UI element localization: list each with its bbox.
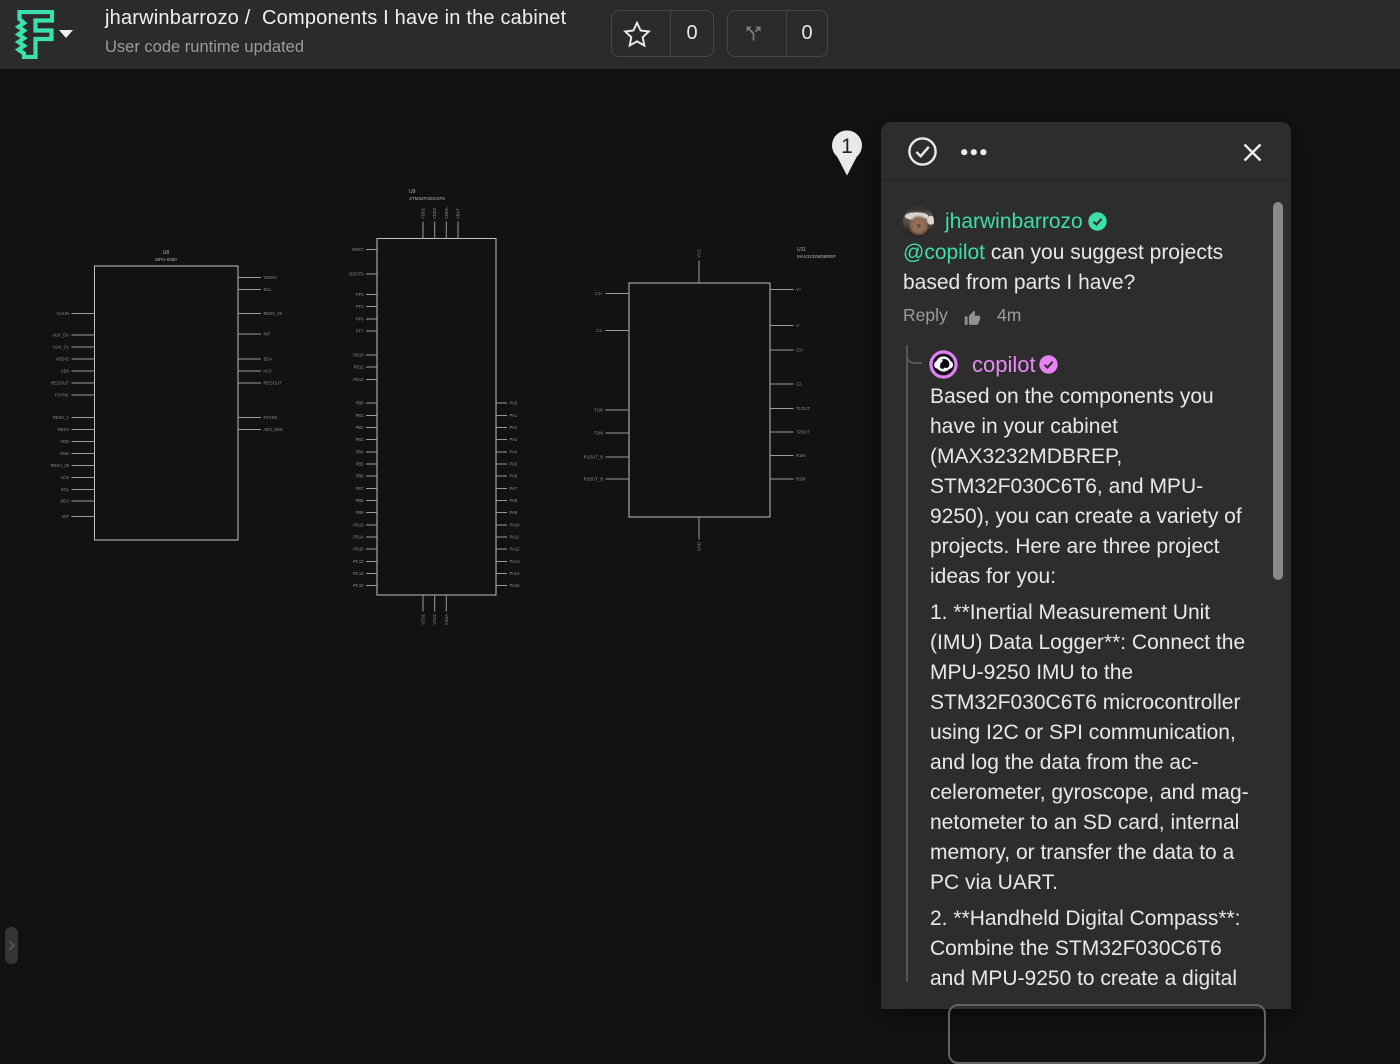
svg-text:VSSA: VSSA [444, 614, 449, 625]
svg-text:R2OUT_B: R2OUT_B [584, 477, 604, 482]
svg-text:PB10: PB10 [353, 353, 364, 358]
svg-text:V+: V+ [796, 287, 802, 292]
svg-text:STM32F030C6T6: STM32F030C6T6 [409, 196, 445, 201]
svg-text:PB9: PB9 [356, 510, 365, 515]
svg-text:AD0_SDO: AD0_SDO [264, 427, 284, 432]
svg-text:PA3: PA3 [510, 437, 518, 442]
svg-text:PA6: PA6 [510, 474, 518, 479]
svg-text:PA0: PA0 [510, 401, 518, 406]
svg-text:C2-: C2- [796, 382, 803, 387]
svg-text:R1OUT_B: R1OUT_B [584, 455, 604, 460]
svg-text:AUX_DA: AUX_DA [52, 333, 69, 338]
svg-text:PF1: PF1 [356, 304, 364, 309]
svg-text:NRST: NRST [352, 247, 364, 252]
svg-text:VCC: VCC [697, 249, 702, 258]
svg-text:PB7: PB7 [356, 486, 365, 491]
svg-text:VDDIO: VDDIO [56, 357, 70, 362]
svg-text:C1+: C1+ [595, 291, 603, 296]
svg-text:PB2: PB2 [356, 425, 365, 430]
svg-text:PA11: PA11 [510, 535, 520, 540]
svg-text:C2+: C2+ [796, 348, 804, 353]
svg-text:nCS: nCS [264, 369, 272, 374]
svg-text:RESV_19: RESV_19 [264, 311, 283, 316]
svg-text:SCL: SCL [264, 287, 273, 292]
svg-text:R2IN: R2IN [796, 477, 806, 482]
svg-text:PA4: PA4 [510, 450, 518, 455]
svg-text:VDD: VDD [60, 439, 69, 444]
svg-text:REGOUT: REGOUT [264, 381, 282, 386]
svg-text:PA7: PA7 [510, 486, 518, 491]
svg-text:PA12: PA12 [510, 547, 521, 552]
svg-text:PA2: PA2 [510, 425, 518, 430]
svg-text:PF7: PF7 [356, 329, 364, 334]
svg-text:PB12: PB12 [353, 377, 364, 382]
svg-text:VDD2: VDD2 [432, 207, 437, 219]
svg-text:PB1: PB1 [356, 413, 365, 418]
svg-text:PC14: PC14 [353, 571, 364, 576]
svg-text:PA14: PA14 [510, 571, 521, 576]
svg-text:nCS: nCS [61, 475, 69, 480]
svg-text:PB11: PB11 [354, 365, 365, 370]
svg-text:VBAT: VBAT [456, 208, 461, 219]
svg-text:VDDIO: VDDIO [264, 275, 278, 280]
svg-text:PB3: PB3 [356, 437, 365, 442]
svg-text:AUX_CL: AUX_CL [53, 345, 70, 350]
svg-text:PB14: PB14 [353, 535, 364, 540]
svg-text:AD0: AD0 [61, 369, 70, 374]
svg-text:PB0: PB0 [356, 401, 365, 406]
svg-text:PA5: PA5 [510, 462, 518, 467]
svg-text:PA1: PA1 [510, 413, 518, 418]
svg-text:PF6: PF6 [356, 317, 364, 322]
svg-text:1: 1 [841, 135, 853, 158]
svg-text:GND: GND [697, 542, 702, 551]
svg-text:VDD1: VDD1 [421, 207, 426, 219]
svg-text:RESV_1: RESV_1 [53, 415, 70, 420]
svg-text:FSYNC: FSYNC [55, 393, 69, 398]
svg-text:PB4: PB4 [356, 450, 365, 455]
svg-text:T2OUT: T2OUT [796, 430, 810, 435]
svg-text:VDDA: VDDA [444, 207, 449, 219]
svg-text:PB6: PB6 [356, 474, 365, 479]
svg-text:R1IN: R1IN [796, 453, 806, 458]
svg-text:MPU-9250: MPU-9250 [155, 257, 177, 262]
svg-text:INT: INT [264, 332, 271, 337]
svg-text:PB15: PB15 [353, 547, 364, 552]
svg-text:MAX3232MDBREP: MAX3232MDBREP [797, 254, 836, 259]
svg-text:VSS1: VSS1 [421, 613, 426, 624]
svg-text:PA13: PA13 [510, 559, 521, 564]
svg-text:T1IN: T1IN [594, 408, 603, 413]
svg-text:PB13: PB13 [353, 523, 364, 528]
svg-text:GND: GND [60, 451, 69, 456]
svg-text:RESV_20: RESV_20 [51, 463, 70, 468]
svg-text:PB5: PB5 [356, 462, 365, 467]
svg-text:PC15: PC15 [353, 583, 364, 588]
svg-text:PB8: PB8 [356, 498, 365, 503]
svg-text:REGOUT: REGOUT [51, 381, 69, 386]
svg-text:U9: U9 [409, 189, 416, 195]
svg-text:U11: U11 [797, 247, 806, 253]
svg-text:SDA: SDA [264, 357, 273, 362]
svg-text:T2IN: T2IN [594, 431, 603, 436]
svg-text:FSYNC: FSYNC [264, 415, 278, 420]
svg-text:PC13: PC13 [353, 559, 364, 564]
svg-text:PF0: PF0 [356, 292, 364, 297]
svg-text:RESV: RESV [58, 427, 70, 432]
svg-text:PA9: PA9 [510, 510, 518, 515]
svg-text:SDA: SDA [60, 499, 69, 504]
svg-text:PA8: PA8 [510, 498, 518, 503]
svg-text:V-: V- [796, 323, 801, 328]
svg-text:VSS2: VSS2 [432, 613, 437, 624]
svg-text:BOOT0: BOOT0 [349, 272, 364, 277]
svg-text:U8: U8 [163, 250, 170, 256]
svg-text:T1OUT: T1OUT [796, 406, 810, 411]
svg-text:C1-: C1- [596, 328, 603, 333]
svg-text:CLKIN: CLKIN [57, 311, 69, 316]
svg-text:PA10: PA10 [510, 523, 521, 528]
svg-text:SCL: SCL [61, 487, 70, 492]
svg-text:PA15: PA15 [510, 583, 521, 588]
svg-text:INT: INT [62, 514, 69, 519]
